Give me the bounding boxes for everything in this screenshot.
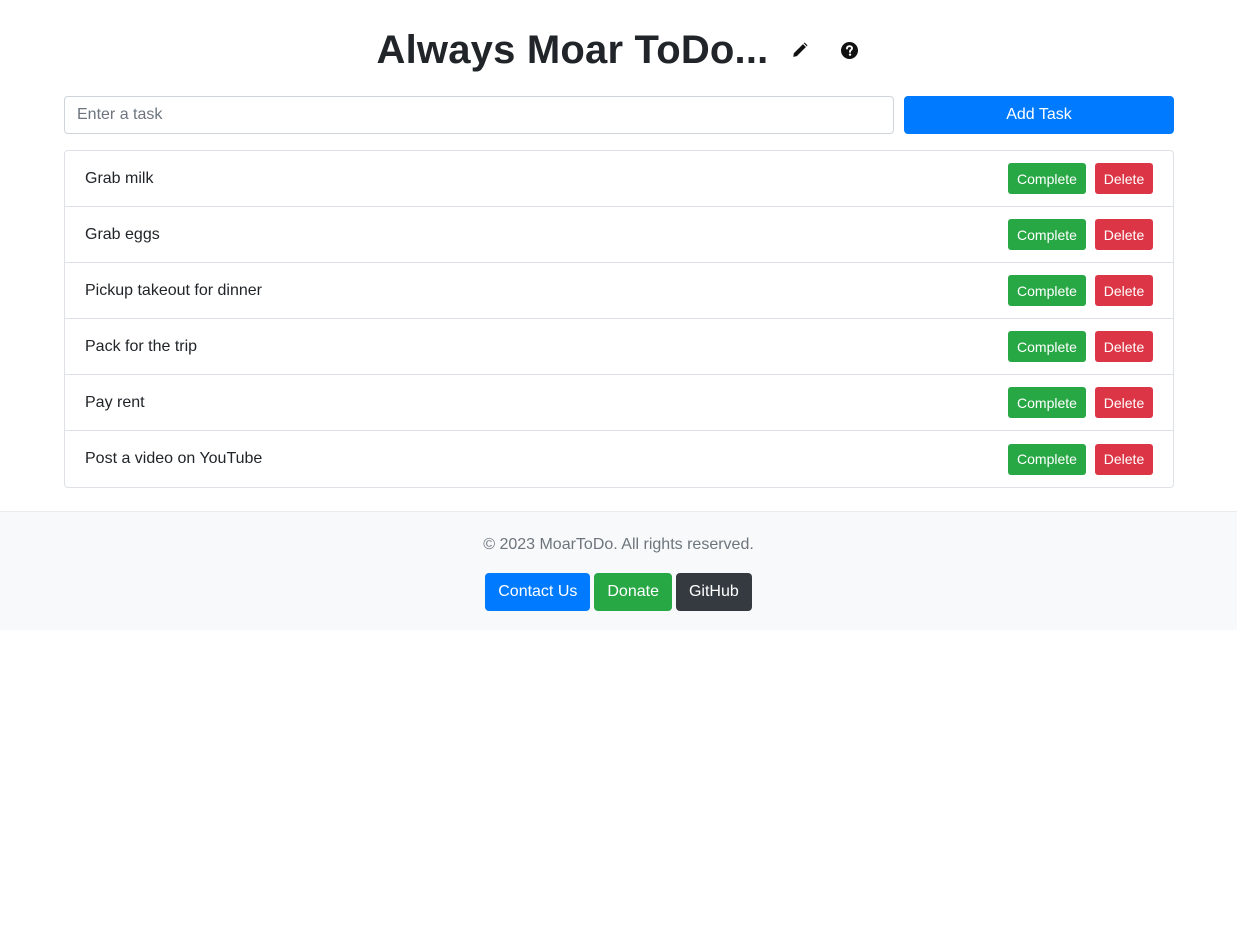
task-list: Grab milk Complete Delete Grab eggs Comp… (64, 150, 1174, 488)
delete-button[interactable]: Delete (1095, 275, 1153, 306)
delete-button[interactable]: Delete (1095, 219, 1153, 250)
task-text: Grab eggs (85, 225, 160, 243)
task-text: Pack for the trip (85, 337, 198, 355)
task-actions: Complete Delete (1008, 163, 1153, 194)
task-text: Pay rent (85, 393, 145, 411)
question-circle-icon[interactable] (839, 39, 861, 61)
complete-button[interactable]: Complete (1008, 163, 1086, 194)
task-text: Pickup takeout for dinner (85, 281, 262, 299)
footer-links: Contact Us Donate GitHub (0, 573, 1237, 611)
delete-button[interactable]: Delete (1095, 163, 1153, 194)
complete-button[interactable]: Complete (1008, 387, 1086, 418)
task-actions: Complete Delete (1008, 387, 1153, 418)
copyright-text: © 2023 MoarToDo. All rights reserved. (483, 536, 754, 553)
task-actions: Complete Delete (1008, 275, 1153, 306)
complete-button[interactable]: Complete (1008, 443, 1086, 475)
delete-button[interactable]: Delete (1095, 331, 1153, 362)
page-footer: © 2023 MoarToDo. All rights reserved. Co… (0, 511, 1237, 630)
task-item: Pay rent Complete Delete (65, 375, 1173, 431)
complete-button[interactable]: Complete (1008, 275, 1086, 306)
github-button[interactable]: GitHub (675, 573, 752, 611)
task-item: Pack for the trip Complete Delete (65, 319, 1173, 375)
delete-button[interactable]: Delete (1095, 387, 1153, 418)
pencil-icon[interactable] (789, 39, 811, 61)
task-item: Pickup takeout for dinner Complete Delet… (65, 263, 1173, 319)
add-task-button[interactable]: Add Task (904, 96, 1174, 134)
contact-us-button[interactable]: Contact Us (485, 573, 591, 611)
page-title: Always Moar ToDo... (376, 27, 769, 72)
page-header: Always Moar ToDo... (0, 22, 1237, 78)
task-item: Grab eggs Complete Delete (65, 207, 1173, 263)
task-actions: Complete Delete (1008, 219, 1153, 250)
delete-button[interactable]: Delete (1095, 443, 1153, 475)
task-text: Post a video on YouTube (85, 450, 263, 467)
donate-button[interactable]: Donate (594, 573, 672, 611)
task-item: Post a video on YouTube Complete Delete (65, 431, 1173, 487)
complete-button[interactable]: Complete (1008, 331, 1086, 362)
task-text: Grab milk (85, 169, 154, 187)
task-actions: Complete Delete (1008, 331, 1153, 362)
app-page: Always Moar ToDo... Add Task Grab milk C… (0, 0, 1237, 943)
task-item: Grab milk Complete Delete (65, 151, 1173, 207)
task-actions: Complete Delete (1008, 443, 1153, 475)
complete-button[interactable]: Complete (1008, 219, 1086, 250)
task-input[interactable] (64, 96, 894, 134)
